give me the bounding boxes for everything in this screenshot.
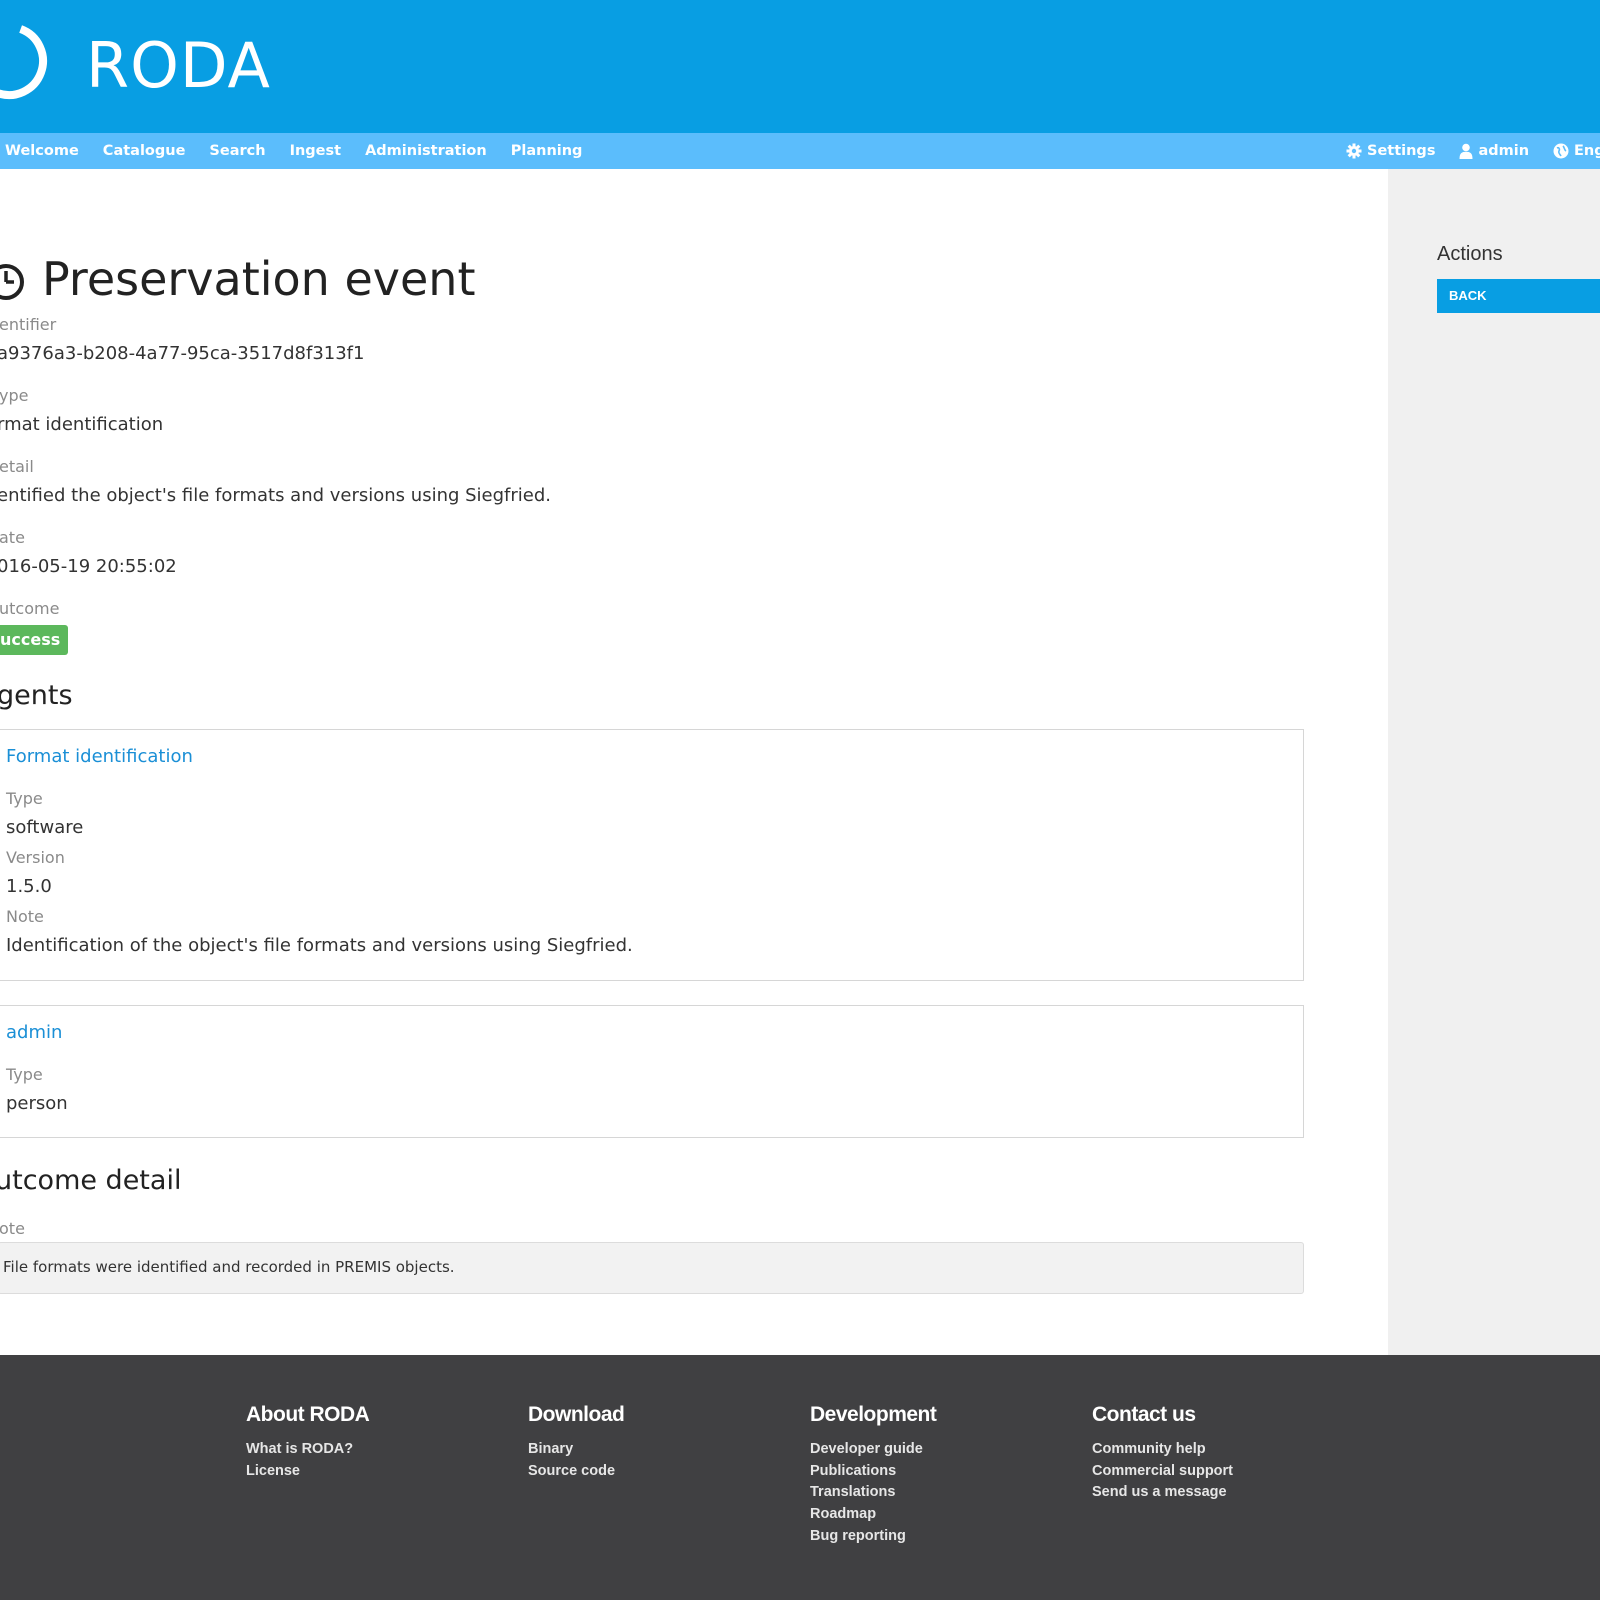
settings-label: Settings: [1367, 143, 1436, 159]
brand-name[interactable]: RODA: [86, 30, 271, 102]
footer-link[interactable]: Source code: [528, 1461, 788, 1483]
page-title: Preservation event: [42, 252, 476, 306]
settings-menu[interactable]: Settings: [1346, 143, 1435, 159]
agents-heading: gents: [0, 680, 73, 711]
footer-link[interactable]: Publications: [810, 1461, 1070, 1483]
main-nav: Welcome Catalogue Search Ingest Administ…: [0, 133, 1600, 169]
footer-link[interactable]: Binary: [528, 1439, 788, 1461]
footer-column-development: Development Developer guide Publications…: [810, 1403, 1070, 1548]
clock-icon: [0, 264, 24, 300]
roda-logo-icon[interactable]: [0, 22, 48, 100]
footer-link[interactable]: Bug reporting: [810, 1526, 1070, 1548]
outcome-status-badge: uccess: [0, 625, 69, 655]
language-label: Engli: [1574, 143, 1600, 159]
outcome-label: utcome: [0, 599, 60, 618]
back-button[interactable]: BACK: [1437, 279, 1600, 313]
outcome-note-box: File formats were identified and recorde…: [0, 1242, 1304, 1294]
outcome-detail-heading: utcome detail: [0, 1165, 182, 1196]
actions-title: Actions: [1437, 243, 1503, 265]
identifier-label: entifier: [0, 315, 57, 334]
footer-link[interactable]: Translations: [810, 1482, 1070, 1504]
actions-sidebar: Actions BACK: [1388, 169, 1600, 1355]
footer-link[interactable]: License: [246, 1461, 506, 1483]
date-label: ate: [0, 528, 25, 547]
outcome-note-value: File formats were identified and recorde…: [3, 1258, 455, 1276]
date-value: 016-05-19 20:55:02: [0, 556, 177, 577]
globe-icon: [1553, 143, 1569, 159]
footer-column-title: Contact us: [1092, 1403, 1196, 1426]
agent-version-label: Version: [6, 848, 65, 867]
footer-column-about: About RODA What is RODA? License: [246, 1403, 506, 1482]
footer-link[interactable]: Commercial support: [1092, 1461, 1352, 1483]
gear-icon: [1346, 143, 1362, 159]
nav-catalogue[interactable]: Catalogue: [103, 143, 186, 159]
top-header: RODA: [0, 0, 1600, 133]
footer-column-contact: Contact us Community help Commercial sup…: [1092, 1403, 1352, 1504]
detail-label: etail: [0, 457, 34, 476]
footer-column-title: About RODA: [246, 1403, 370, 1426]
language-menu[interactable]: Engli: [1553, 143, 1600, 159]
agent-note-value: Identification of the object's file form…: [6, 935, 633, 956]
nav-user-menu: Settings admin Engli: [1346, 133, 1600, 169]
user-icon: [1459, 143, 1473, 159]
nav-welcome[interactable]: Welcome: [5, 143, 79, 159]
agent-type-value: person: [6, 1093, 68, 1114]
agent-version-value: 1.5.0: [6, 876, 52, 897]
footer-link[interactable]: Developer guide: [810, 1439, 1070, 1461]
nav-search[interactable]: Search: [209, 143, 265, 159]
detail-value: entified the object's file formats and v…: [0, 485, 552, 506]
site-footer: About RODA What is RODA? License Downloa…: [0, 1355, 1600, 1600]
agent-name-link[interactable]: admin: [6, 1022, 62, 1043]
footer-column-download: Download Binary Source code: [528, 1403, 788, 1482]
footer-link[interactable]: What is RODA?: [246, 1439, 506, 1461]
footer-column-title: Development: [810, 1403, 937, 1426]
footer-link[interactable]: Community help: [1092, 1439, 1352, 1461]
nav-planning[interactable]: Planning: [511, 143, 583, 159]
type-label: ype: [0, 386, 29, 405]
user-label: admin: [1478, 143, 1530, 159]
agent-card: admin Type person: [0, 1005, 1304, 1138]
agent-note-label: Note: [6, 907, 44, 926]
agent-type-label: Type: [6, 789, 43, 808]
footer-column-title: Download: [528, 1403, 625, 1426]
user-menu[interactable]: admin: [1459, 143, 1529, 159]
footer-link[interactable]: Roadmap: [810, 1504, 1070, 1526]
agent-card: Format identification Type software Vers…: [0, 729, 1304, 981]
agent-name-link[interactable]: Format identification: [6, 746, 193, 767]
identifier-value: a9376a3-b208-4a77-95ca-3517d8f313f1: [0, 343, 365, 364]
agent-type-value: software: [6, 817, 84, 838]
type-value: rmat identification: [0, 414, 164, 435]
nav-administration[interactable]: Administration: [365, 143, 487, 159]
outcome-note-label: ote: [0, 1219, 25, 1238]
agent-type-label: Type: [6, 1065, 43, 1084]
footer-link[interactable]: Send us a message: [1092, 1482, 1352, 1504]
nav-ingest[interactable]: Ingest: [290, 143, 342, 159]
nav-menu: Welcome Catalogue Search Ingest Administ…: [5, 133, 606, 169]
